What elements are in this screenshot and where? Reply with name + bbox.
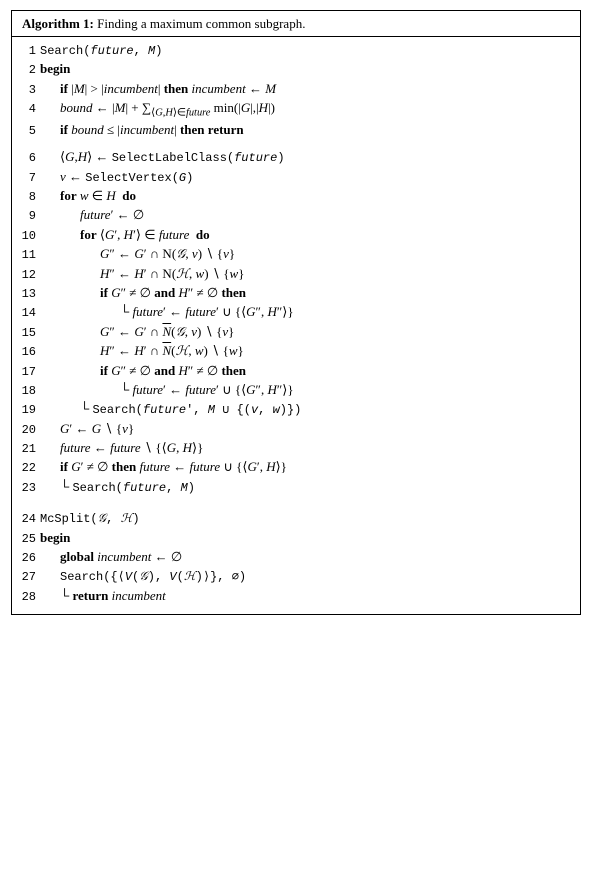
line-content: future′ ← ∅	[40, 206, 574, 225]
line-number: 25	[18, 531, 40, 548]
algorithm-title: Algorithm 1:	[22, 16, 94, 31]
line-number: 2	[18, 62, 40, 79]
line-number: 17	[18, 364, 40, 381]
line-content: G′ ← G ∖ {v}	[40, 420, 574, 439]
line-content: if G′ ≠ ∅ then future ← future ∪ {⟨G′, H…	[40, 458, 574, 477]
line-item: 27Search({⟨V(𝒢), V(ℋ)⟩}, ∅)	[18, 567, 574, 586]
line-number: 27	[18, 569, 40, 586]
line-content: bound ← |M| + ∑⟨G,H⟩∈future min(|G|,|H|)	[40, 99, 574, 121]
line-item: 28└ return incumbent	[18, 587, 574, 606]
line-content: H″ ← H′ ∩ N(ℋ, w) ∖ {w}	[40, 265, 574, 284]
line-item: 13if G″ ≠ ∅ and H″ ≠ ∅ then	[18, 284, 574, 303]
line-content: if bound ≤ |incumbent| then return	[40, 121, 574, 140]
algorithm-subtitle: Finding a maximum common subgraph.	[97, 16, 305, 31]
line-content: begin	[40, 529, 574, 548]
line-item: 1Search(future, M)	[18, 41, 574, 60]
line-number: 24	[18, 511, 40, 528]
line-content: └ Search(future′, M ∪ {(v, w)})	[40, 400, 574, 419]
line-content: Search(future, M)	[40, 41, 574, 60]
line-content: H″ ← H′ ∩ N(ℋ, w) ∖ {w}	[40, 342, 574, 361]
line-item: 9future′ ← ∅	[18, 206, 574, 225]
line-number: 22	[18, 460, 40, 477]
line-number: 4	[18, 101, 40, 118]
line-content: Search({⟨V(𝒢), V(ℋ)⟩}, ∅)	[40, 567, 574, 586]
line-number: 10	[18, 228, 40, 245]
line-number: 1	[18, 43, 40, 60]
line-number: 11	[18, 247, 40, 264]
line-item: 21future ← future ∖ {⟨G, H⟩}	[18, 439, 574, 458]
line-item: 5if bound ≤ |incumbent| then return	[18, 121, 574, 140]
line-item: 11G″ ← G′ ∩ N(𝒢, v) ∖ {v}	[18, 245, 574, 264]
line-content: global incumbent ← ∅	[40, 548, 574, 567]
line-content: for w ∈ H do	[40, 187, 574, 206]
line-content: ⟨G,H⟩ ← SelectLabelClass(future)	[40, 148, 574, 167]
line-item: 10for ⟨G′, H′⟩ ∈ future do	[18, 226, 574, 245]
line-number: 5	[18, 123, 40, 140]
line-content: future ← future ∖ {⟨G, H⟩}	[40, 439, 574, 458]
line-item: 4bound ← |M| + ∑⟨G,H⟩∈future min(|G|,|H|…	[18, 99, 574, 121]
line-item: 16H″ ← H′ ∩ N(ℋ, w) ∖ {w}	[18, 342, 574, 361]
line-item: 24McSplit(𝒢, ℋ)	[18, 509, 574, 528]
line-content: v ← SelectVertex(G)	[40, 168, 574, 187]
line-content: G″ ← G′ ∩ N(𝒢, v) ∖ {v}	[40, 323, 574, 342]
line-item: 20G′ ← G ∖ {v}	[18, 420, 574, 439]
line-number: 3	[18, 82, 40, 99]
spacer	[18, 140, 574, 148]
line-item: 7v ← SelectVertex(G)	[18, 168, 574, 187]
line-content: if |M| > |incumbent| then incumbent ← M	[40, 80, 574, 99]
line-number: 15	[18, 325, 40, 342]
line-content: if G″ ≠ ∅ and H″ ≠ ∅ then	[40, 284, 574, 303]
line-item: 23└ Search(future, M)	[18, 478, 574, 497]
section-spacer	[18, 497, 574, 509]
line-number: 13	[18, 286, 40, 303]
line-item: 26global incumbent ← ∅	[18, 548, 574, 567]
line-content: for ⟨G′, H′⟩ ∈ future do	[40, 226, 574, 245]
line-content: └ future′ ← future′ ∪ {⟨G″, H″⟩}	[40, 303, 574, 322]
line-item: 15G″ ← G′ ∩ N(𝒢, v) ∖ {v}	[18, 323, 574, 342]
algorithm-header: Algorithm 1: Finding a maximum common su…	[12, 11, 580, 37]
line-item: 14└ future′ ← future′ ∪ {⟨G″, H″⟩}	[18, 303, 574, 322]
line-item: 17if G″ ≠ ∅ and H″ ≠ ∅ then	[18, 362, 574, 381]
algorithm-box: Algorithm 1: Finding a maximum common su…	[11, 10, 581, 615]
line-item: 6⟨G,H⟩ ← SelectLabelClass(future)	[18, 148, 574, 167]
line-number: 23	[18, 480, 40, 497]
line-item: 19└ Search(future′, M ∪ {(v, w)})	[18, 400, 574, 419]
line-item: 22if G′ ≠ ∅ then future ← future ∪ {⟨G′,…	[18, 458, 574, 477]
line-number: 14	[18, 305, 40, 322]
line-content: └ return incumbent	[40, 587, 574, 606]
line-number: 7	[18, 170, 40, 187]
line-item: 18└ future′ ← future′ ∪ {⟨G″, H″⟩}	[18, 381, 574, 400]
algorithm-body: 1Search(future, M)2begin3if |M| > |incum…	[12, 37, 580, 614]
line-item: 3if |M| > |incumbent| then incumbent ← M	[18, 80, 574, 99]
line-number: 21	[18, 441, 40, 458]
line-number: 6	[18, 150, 40, 167]
line-content: begin	[40, 60, 574, 79]
line-item: 2begin	[18, 60, 574, 79]
line-number: 16	[18, 344, 40, 361]
line-item: 8for w ∈ H do	[18, 187, 574, 206]
line-number: 8	[18, 189, 40, 206]
line-number: 12	[18, 267, 40, 284]
line-number: 28	[18, 589, 40, 606]
line-content: if G″ ≠ ∅ and H″ ≠ ∅ then	[40, 362, 574, 381]
line-content: └ Search(future, M)	[40, 478, 574, 497]
line-content: └ future′ ← future′ ∪ {⟨G″, H″⟩}	[40, 381, 574, 400]
line-item: 12H″ ← H′ ∩ N(ℋ, w) ∖ {w}	[18, 265, 574, 284]
line-number: 18	[18, 383, 40, 400]
line-content: McSplit(𝒢, ℋ)	[40, 509, 574, 528]
line-number: 26	[18, 550, 40, 567]
line-number: 19	[18, 402, 40, 419]
line-content: G″ ← G′ ∩ N(𝒢, v) ∖ {v}	[40, 245, 574, 264]
line-number: 20	[18, 422, 40, 439]
line-number: 9	[18, 208, 40, 225]
line-item: 25begin	[18, 529, 574, 548]
